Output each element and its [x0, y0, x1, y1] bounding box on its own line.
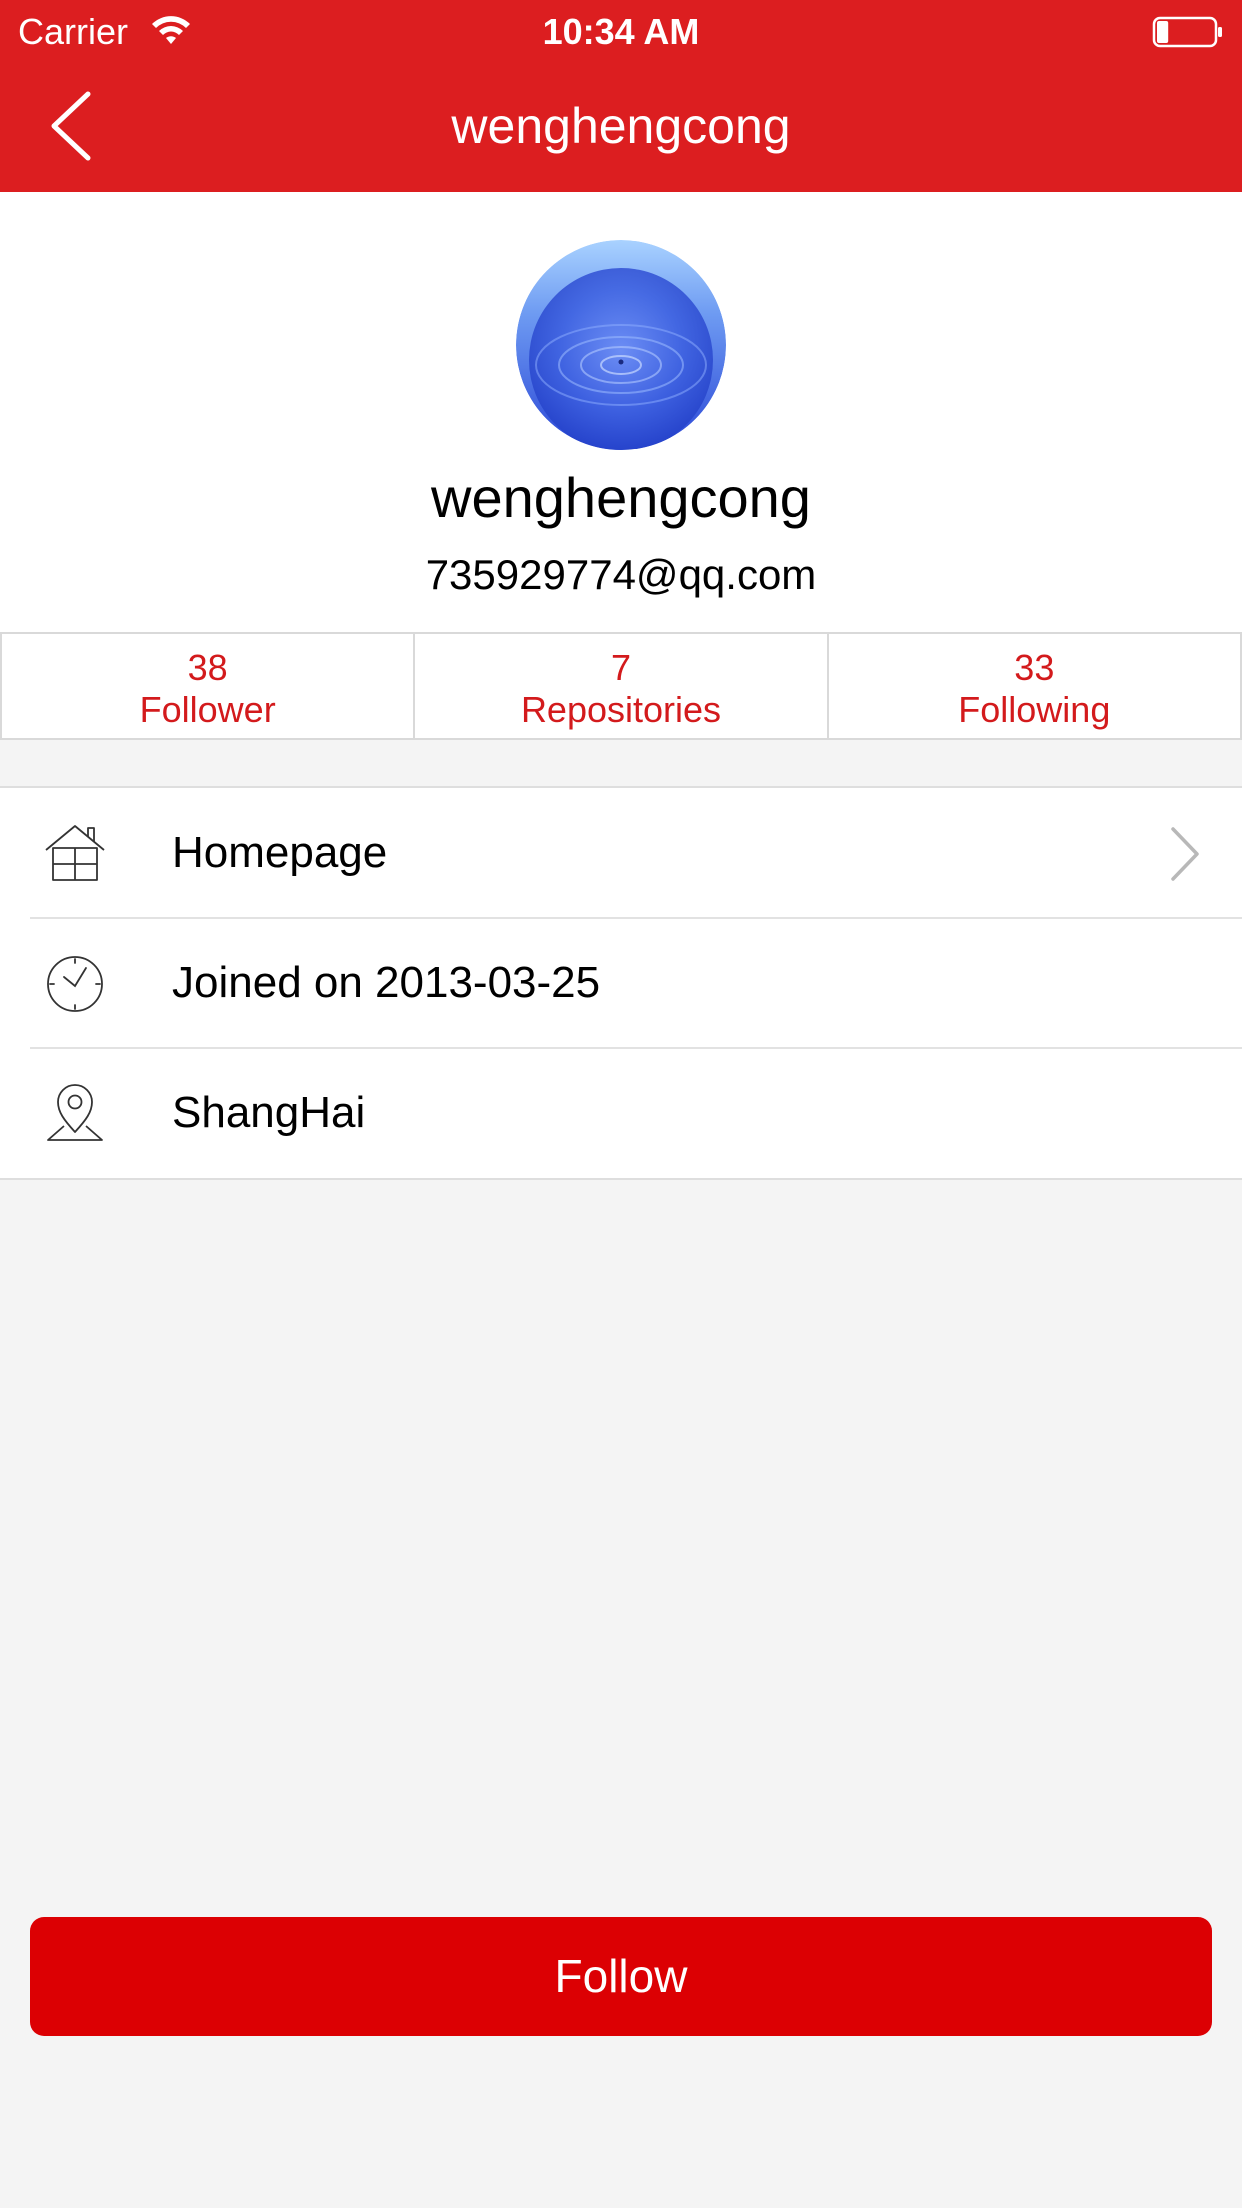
navigation-bar: Carrier 10:34 AM wenghengcong	[0, 0, 1242, 192]
followers-stat-button[interactable]: 38 Follower	[0, 632, 416, 740]
page-title: wenghengcong	[451, 98, 791, 154]
followers-label: Follower	[139, 689, 276, 730]
profile-email: 735929774@qq.com	[425, 551, 817, 598]
stats-bar: 38 Follower 7 Repositories 33 Following	[0, 632, 1242, 740]
following-label: Following	[958, 689, 1111, 730]
profile-header: wenghengcong 735929774@qq.com	[0, 192, 1242, 632]
chevron-right-icon	[1171, 827, 1199, 881]
joined-date-row: Joined on 2013-03-25	[0, 917, 1242, 1048]
location-pin-icon	[47, 1084, 103, 1141]
joined-date-label: Joined on 2013-03-25	[172, 958, 601, 1007]
clock-icon	[47, 956, 103, 1012]
followers-count: 38	[187, 647, 228, 688]
home-icon	[45, 825, 105, 881]
location-row: ShangHai	[0, 1047, 1242, 1178]
follow-button[interactable]: Follow	[30, 1917, 1212, 2036]
homepage-row[interactable]: Homepage	[0, 788, 1242, 918]
status-time: 10:34 AM	[542, 11, 700, 52]
avatar[interactable]	[516, 240, 726, 450]
repositories-stat-button[interactable]: 7 Repositories	[413, 632, 829, 740]
repositories-label: Repositories	[520, 689, 722, 730]
battery-icon	[1152, 16, 1222, 48]
following-count: 33	[1014, 647, 1055, 688]
repositories-count: 7	[610, 647, 631, 688]
following-stat-button[interactable]: 33 Following	[826, 632, 1242, 740]
info-list: Homepage Joined on 2013-03-25 ShangHai	[0, 786, 1242, 1180]
location-label: ShangHai	[172, 1088, 366, 1137]
profile-name: wenghengcong	[431, 466, 811, 529]
homepage-label: Homepage	[172, 828, 388, 877]
